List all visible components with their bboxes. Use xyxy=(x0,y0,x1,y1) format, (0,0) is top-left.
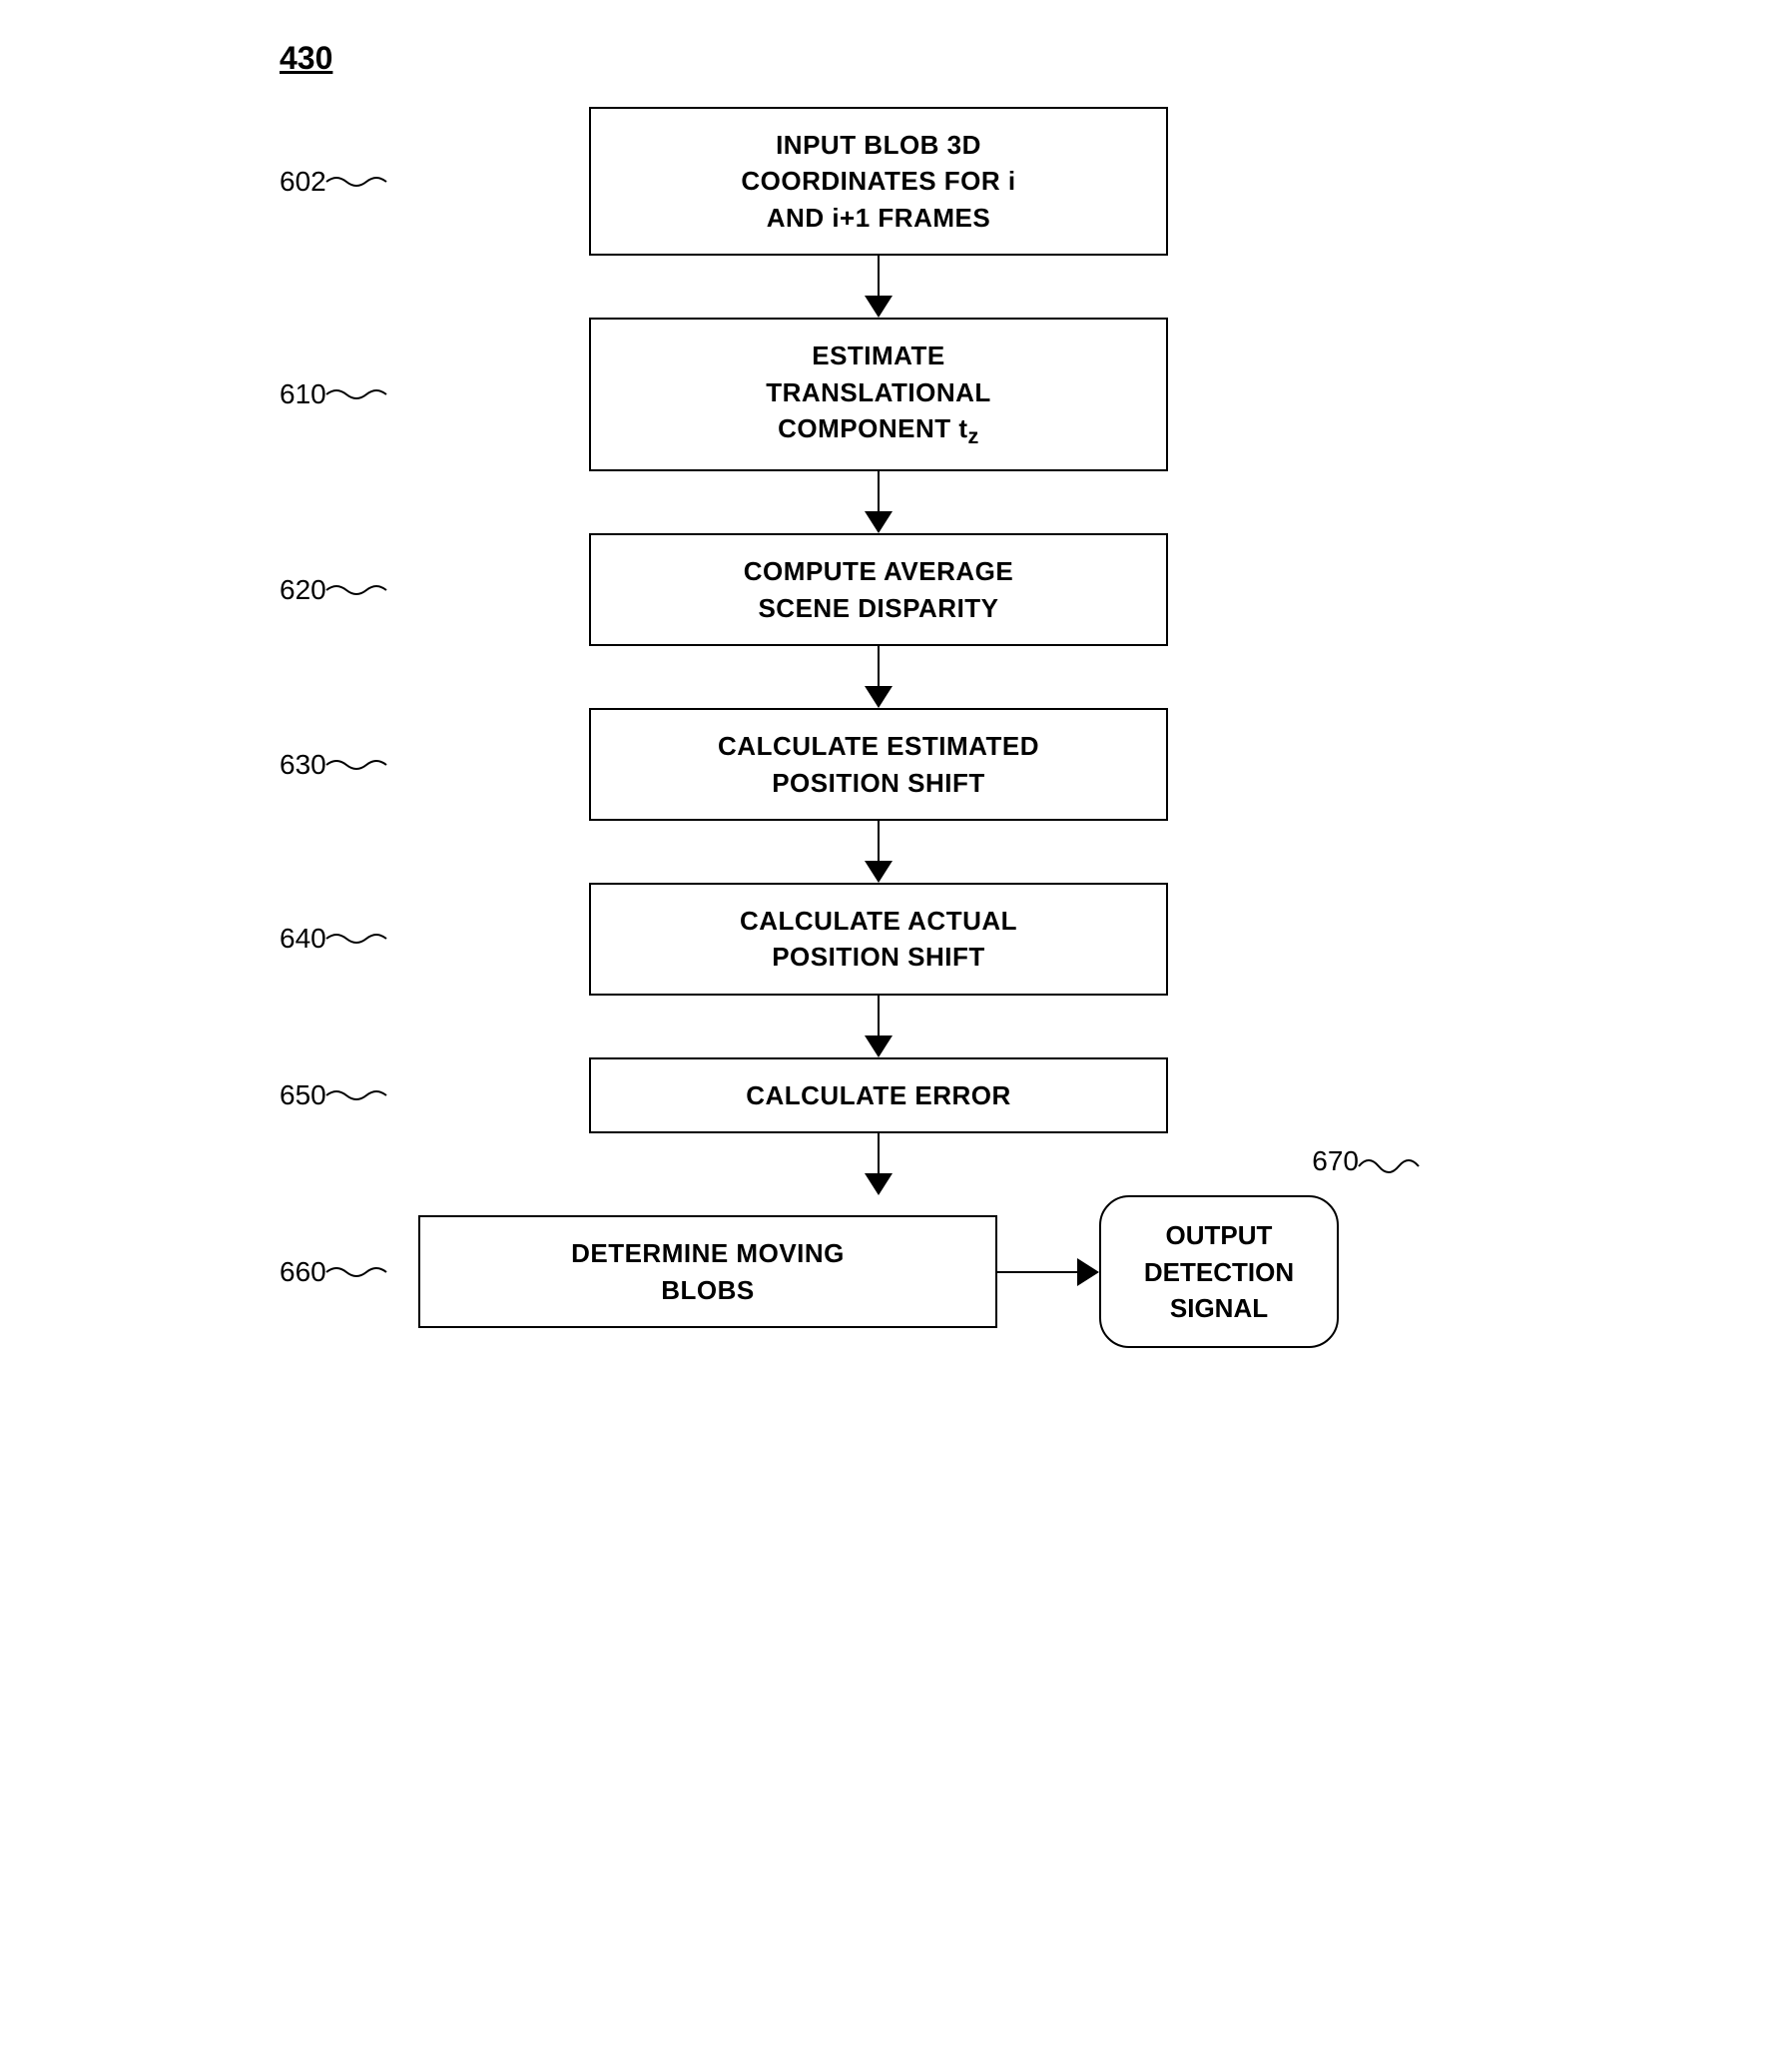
box-620: COMPUTE AVERAGESCENE DISPARITY xyxy=(589,533,1168,646)
wavy-icon-620 xyxy=(326,580,386,600)
h-arrow-line xyxy=(997,1271,1077,1273)
arrow-2 xyxy=(865,471,893,533)
label-650: 650 xyxy=(280,1079,386,1111)
figure-label: 430 xyxy=(280,40,1478,77)
box-650: CALCULATE ERROR xyxy=(589,1057,1168,1133)
output-group: OUTPUTDETECTIONSIGNAL 670 xyxy=(1099,1195,1339,1348)
box-602: INPUT BLOB 3DCOORDINATES FOR iAND i+1 FR… xyxy=(589,107,1168,256)
arrow-1 xyxy=(865,256,893,318)
flow-wrapper: 602 INPUT BLOB 3DCOORDINATES FOR iAND i+… xyxy=(280,107,1478,1348)
wavy-icon-602 xyxy=(326,172,386,192)
label-630: 630 xyxy=(280,749,386,781)
box-610: ESTIMATETRANSLATIONALCOMPONENT tz xyxy=(589,318,1168,471)
box-660: DETERMINE MOVINGBLOBS xyxy=(418,1215,997,1328)
bottom-row: DETERMINE MOVINGBLOBS OUTPUTDETECTIONSIG… xyxy=(418,1195,1339,1348)
wavy-icon-660 xyxy=(326,1262,386,1282)
h-arrow xyxy=(997,1258,1099,1286)
step-row-640: 640 CALCULATE ACTUALPOSITION SHIFT xyxy=(280,883,1478,996)
wavy-icon-650 xyxy=(326,1085,386,1105)
box-630: CALCULATE ESTIMATEDPOSITION SHIFT xyxy=(589,708,1168,821)
arrow-6 xyxy=(865,1133,893,1195)
arrow-5 xyxy=(865,996,893,1057)
label-660: 660 xyxy=(280,1256,386,1288)
diagram-container: 430 602 INPUT BLOB 3DCOORDINATES FOR iAN… xyxy=(280,40,1478,1348)
label-620: 620 xyxy=(280,574,386,606)
step-row-602: 602 INPUT BLOB 3DCOORDINATES FOR iAND i+… xyxy=(280,107,1478,256)
label-602: 602 xyxy=(280,166,386,198)
output-box-670: OUTPUTDETECTIONSIGNAL xyxy=(1099,1195,1339,1348)
arrow-3 xyxy=(865,646,893,708)
wavy-icon-670 xyxy=(1359,1146,1419,1176)
wavy-icon-640 xyxy=(326,929,386,949)
arrow-4 xyxy=(865,821,893,883)
wavy-icon-630 xyxy=(326,755,386,775)
step-row-660: 660 DETERMINE MOVINGBLOBS OUTPUTDETECTIO… xyxy=(280,1195,1478,1348)
step-row-630: 630 CALCULATE ESTIMATEDPOSITION SHIFT xyxy=(280,708,1478,821)
label-610: 610 xyxy=(280,378,386,410)
h-arrowhead xyxy=(1077,1258,1099,1286)
wavy-icon-610 xyxy=(326,384,386,404)
box-640: CALCULATE ACTUALPOSITION SHIFT xyxy=(589,883,1168,996)
label-670: 670 xyxy=(1312,1145,1419,1177)
step-row-620: 620 COMPUTE AVERAGESCENE DISPARITY xyxy=(280,533,1478,646)
label-640: 640 xyxy=(280,923,386,955)
step-row-610: 610 ESTIMATETRANSLATIONALCOMPONENT tz xyxy=(280,318,1478,471)
step-row-650: 650 CALCULATE ERROR xyxy=(280,1057,1478,1133)
